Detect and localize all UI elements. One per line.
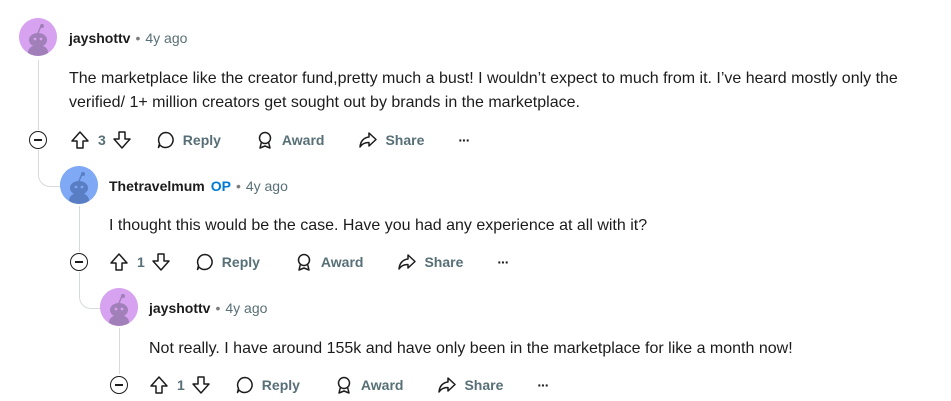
- comment-bubble-icon: [196, 253, 213, 271]
- collapse-button[interactable]: [110, 376, 128, 394]
- share-arrow-icon: [438, 377, 457, 393]
- upvote-button[interactable]: [109, 252, 129, 272]
- reply-label: Reply: [261, 377, 300, 393]
- award-button[interactable]: Award: [255, 130, 325, 150]
- award-label: Award: [320, 254, 364, 270]
- comment-timestamp[interactable]: 4y ago: [246, 178, 288, 194]
- more-options-button[interactable]: ···: [537, 377, 549, 393]
- snoo-avatar-icon: [100, 288, 138, 326]
- avatar[interactable]: [60, 166, 98, 204]
- vote-count: 1: [137, 254, 145, 270]
- award-icon: [297, 253, 311, 271]
- snoo-avatar-icon: [19, 18, 57, 56]
- comment-author[interactable]: jayshottv: [69, 30, 130, 46]
- more-options-button[interactable]: ···: [458, 132, 470, 148]
- thread-line-1: [38, 60, 39, 130]
- more-icon: ···: [537, 377, 549, 393]
- share-button[interactable]: Share: [437, 375, 503, 395]
- meta-separator: •: [135, 30, 141, 46]
- downvote-button[interactable]: [151, 252, 171, 272]
- more-icon: ···: [497, 254, 509, 270]
- share-label: Share: [424, 254, 464, 270]
- more-options-button[interactable]: ···: [497, 254, 509, 270]
- share-arrow-icon: [359, 132, 378, 148]
- comment-author[interactable]: jayshottv: [149, 300, 210, 316]
- comment-timestamp[interactable]: 4y ago: [145, 30, 187, 46]
- award-label: Award: [360, 377, 404, 393]
- share-label: Share: [385, 132, 425, 148]
- upvote-button[interactable]: [149, 375, 169, 395]
- comment-bubble-icon: [236, 376, 253, 394]
- meta-separator: •: [235, 178, 241, 194]
- avatar[interactable]: [19, 18, 57, 56]
- comment-bubble-icon: [157, 131, 174, 149]
- comment-body: I thought this would be the case. Have y…: [109, 217, 648, 234]
- reply-label: Reply: [182, 132, 221, 148]
- collapse-button[interactable]: [29, 131, 47, 149]
- upvote-icon: [71, 131, 89, 149]
- avatar[interactable]: [100, 288, 138, 326]
- comment-body: The marketplace like the creator fund,pr…: [69, 70, 898, 111]
- more-icon: ···: [458, 132, 470, 148]
- share-button[interactable]: Share: [358, 130, 424, 150]
- snoo-avatar-icon: [60, 166, 98, 204]
- comment-timestamp[interactable]: 4y ago: [225, 300, 267, 316]
- share-label: Share: [464, 377, 504, 393]
- thread-connector-3: [79, 272, 102, 309]
- downvote-icon: [152, 253, 170, 271]
- award-label: Award: [281, 132, 325, 148]
- upvote-button[interactable]: [70, 130, 90, 150]
- downvote-icon: [192, 376, 210, 394]
- reply-label: Reply: [221, 254, 260, 270]
- thread-line-2: [79, 206, 80, 252]
- meta-separator: •: [215, 300, 221, 316]
- vote-count: 3: [98, 132, 106, 148]
- reply-button[interactable]: Reply: [156, 130, 221, 150]
- share-arrow-icon: [398, 254, 417, 270]
- vote-count: 1: [177, 377, 185, 393]
- thread-line-3: [119, 328, 120, 374]
- reply-button[interactable]: Reply: [235, 375, 300, 395]
- award-button[interactable]: Award: [294, 252, 364, 272]
- comment-body: Not really. I have around 155k and have …: [149, 340, 793, 357]
- upvote-icon: [150, 376, 168, 394]
- op-badge: OP: [210, 178, 231, 194]
- upvote-icon: [110, 253, 128, 271]
- award-icon: [337, 376, 351, 394]
- thread-connector-2: [38, 150, 61, 187]
- award-button[interactable]: Award: [334, 375, 404, 395]
- downvote-button[interactable]: [112, 130, 132, 150]
- downvote-button[interactable]: [191, 375, 211, 395]
- reply-button[interactable]: Reply: [195, 252, 260, 272]
- comment-author[interactable]: Thetravelmum: [109, 178, 205, 194]
- share-button[interactable]: Share: [397, 252, 463, 272]
- downvote-icon: [113, 131, 131, 149]
- award-icon: [258, 131, 272, 149]
- collapse-button[interactable]: [70, 253, 88, 271]
